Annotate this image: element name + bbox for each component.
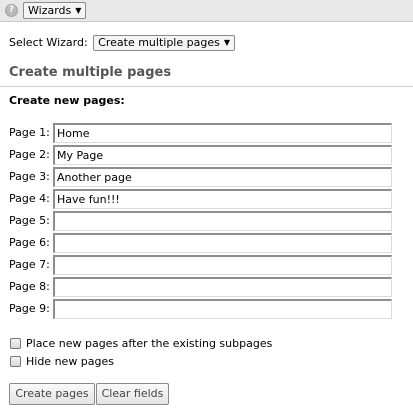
page-row-4: Page 4: Have fun!!! xyxy=(9,189,392,209)
page-row-8: Page 8: xyxy=(9,277,392,297)
page-label: Page 6: xyxy=(9,236,50,249)
page-label: Page 7: xyxy=(9,258,50,271)
page-input-8[interactable] xyxy=(53,277,392,297)
page-label: Page 1: xyxy=(9,126,50,139)
hide-pages-label: Hide new pages xyxy=(26,355,115,368)
wizards-menu-button[interactable]: Wizards ▼ xyxy=(23,2,87,19)
page-row-3: Page 3: Another page xyxy=(9,167,392,187)
page-row-7: Page 7: xyxy=(9,255,392,275)
create-pages-button[interactable]: Create pages xyxy=(9,383,95,405)
page-row-5: Page 5: xyxy=(9,211,392,231)
place-after-checkbox[interactable] xyxy=(10,337,21,349)
page-label: Page 3: xyxy=(9,170,50,183)
select-wizard-row: Select Wizard: Create multiple pages ▼ xyxy=(9,35,235,51)
page-input-5[interactable] xyxy=(53,211,392,231)
page-input-1[interactable]: Home xyxy=(53,123,392,143)
wizard-select-value: Create multiple pages xyxy=(98,36,220,49)
hide-pages-option[interactable]: Hide new pages xyxy=(10,355,114,369)
page-label: Page 4: xyxy=(9,192,50,205)
section-divider xyxy=(0,86,413,87)
create-new-pages-heading: Create new pages: xyxy=(9,94,125,107)
place-after-label: Place new pages after the existing subpa… xyxy=(26,337,273,350)
page-row-9: Page 9: xyxy=(9,299,392,319)
place-after-option[interactable]: Place new pages after the existing subpa… xyxy=(10,337,272,351)
page-label: Page 5: xyxy=(9,214,50,227)
help-icon[interactable]: ? xyxy=(5,4,18,17)
page-row-6: Page 6: xyxy=(9,233,392,253)
page-label: Page 9: xyxy=(9,302,50,315)
wizards-menu-label: Wizards xyxy=(28,4,72,17)
page-row-1: Page 1: Home xyxy=(9,123,392,143)
page-row-2: Page 2: My Page xyxy=(9,145,392,165)
page-input-3[interactable]: Another page xyxy=(53,167,392,187)
chevron-down-icon: ▼ xyxy=(75,6,82,15)
hide-pages-checkbox[interactable] xyxy=(10,355,21,367)
wizard-select[interactable]: Create multiple pages ▼ xyxy=(93,35,235,51)
select-wizard-label: Select Wizard: xyxy=(9,36,88,49)
page-label: Page 2: xyxy=(9,148,50,161)
chevron-down-icon: ▼ xyxy=(223,38,230,47)
page-label: Page 8: xyxy=(9,280,50,293)
wizard-toolbar: ? Wizards ▼ xyxy=(0,0,413,22)
page-input-7[interactable] xyxy=(53,255,392,275)
page-input-6[interactable] xyxy=(53,233,392,253)
section-title: Create multiple pages xyxy=(9,65,172,80)
clear-fields-button[interactable]: Clear fields xyxy=(96,383,169,405)
page-input-2[interactable]: My Page xyxy=(53,145,392,165)
page-input-4[interactable]: Have fun!!! xyxy=(53,189,392,209)
page-input-9[interactable] xyxy=(53,299,392,319)
